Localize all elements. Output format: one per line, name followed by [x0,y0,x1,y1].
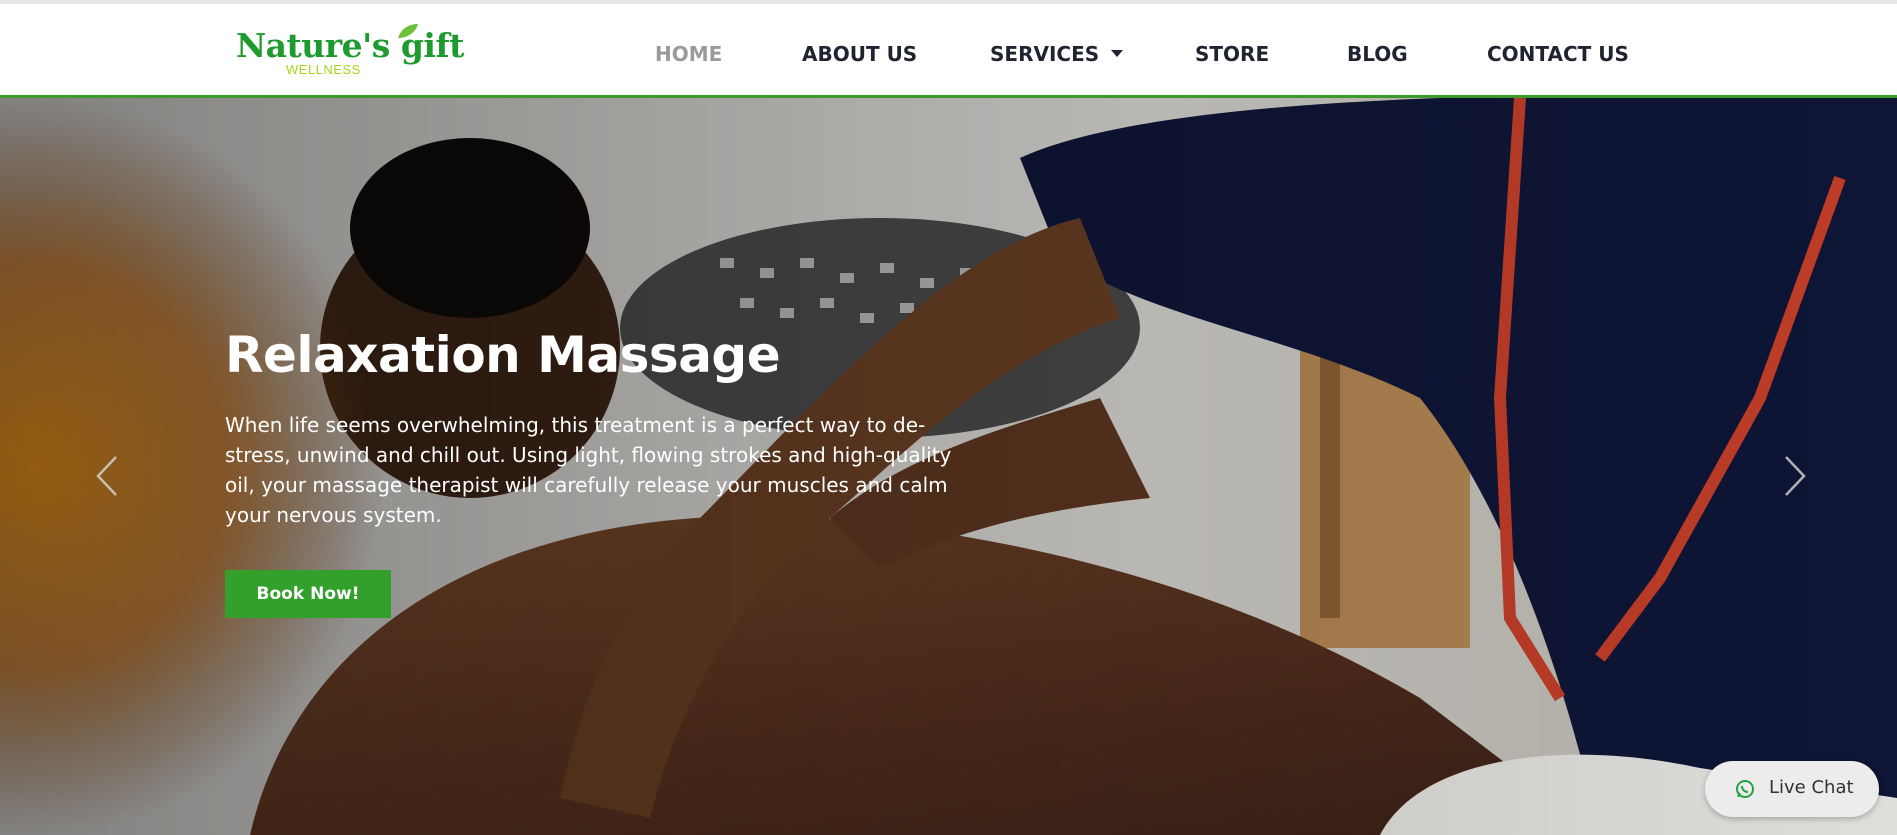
chevron-right-icon[interactable] [1780,453,1810,499]
brand-name: Nature's gift [236,26,464,65]
nav-item-home[interactable]: HOME [655,42,722,66]
nav-item-store[interactable]: STORE [1195,42,1269,66]
leaf-icon [398,24,418,38]
chevron-left-icon[interactable] [92,453,122,499]
nav-item-about-us[interactable]: ABOUT US [802,42,917,66]
live-chat-label: Live Chat [1769,777,1854,798]
nav-item-services-label: SERVICES [990,42,1100,66]
nav-item-services[interactable]: SERVICES [990,42,1124,66]
whatsapp-icon [1736,780,1754,798]
caret-down-icon [1111,50,1124,57]
site-header: Nature's gift WELLNESS HOME ABOUT US SER… [0,4,1897,98]
book-now-button[interactable]: Book Now! [225,570,391,618]
hero-title: Relaxation Massage [225,326,781,384]
hero-description: When life seems overwhelming, this treat… [225,413,952,527]
brand-tagline: WELLNESS [286,62,361,77]
brand-logo[interactable]: Nature's gift WELLNESS [236,22,464,80]
hero-slider: Relaxation Massage When life seems overw… [0,98,1897,835]
nav-item-blog[interactable]: BLOG [1347,42,1408,66]
live-chat-button[interactable]: Live Chat [1705,761,1879,817]
nav-item-contact-us[interactable]: CONTACT US [1487,42,1629,66]
